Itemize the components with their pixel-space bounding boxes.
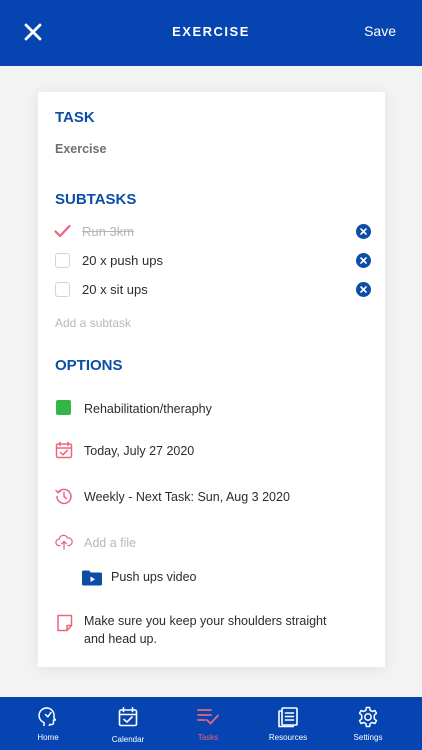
head-icon	[38, 707, 57, 726]
date-label: Today, July 27 2020	[84, 444, 195, 458]
tab-tasks[interactable]: Tasks	[168, 697, 248, 750]
tab-label: Home	[37, 733, 59, 742]
save-button[interactable]: Save	[364, 23, 396, 39]
bottom-tab-bar: Home Calendar Tasks Resources Settings	[0, 697, 422, 750]
video-folder-icon	[82, 570, 102, 586]
subtasks-section-title: SUBTASKS	[55, 191, 137, 208]
subtask-checkbox[interactable]	[54, 224, 71, 239]
repeat-label: Weekly - Next Task: Sun, Aug 3 2020	[84, 490, 290, 504]
tab-settings[interactable]: Settings	[328, 697, 408, 750]
note-icon	[57, 614, 73, 632]
task-name[interactable]: Exercise	[55, 142, 106, 156]
tab-label: Resources	[268, 733, 308, 742]
task-note[interactable]: Make sure you keep your shoulders straig…	[84, 612, 344, 648]
gear-icon	[358, 706, 378, 728]
attachment-item[interactable]: Push ups video	[82, 568, 342, 588]
subtask-checkbox[interactable]	[55, 253, 70, 268]
remove-subtask-icon[interactable]	[356, 282, 371, 297]
subtask-item: Run 3km	[54, 222, 371, 242]
subtask-item: 20 x sit ups	[55, 280, 371, 300]
upload-cloud-icon	[55, 534, 73, 550]
tab-resources[interactable]: Resources	[248, 697, 328, 750]
tab-label: Tasks	[197, 733, 219, 742]
tab-label: Calendar	[111, 735, 145, 744]
subtask-label: 20 x push ups	[82, 253, 163, 268]
remove-subtask-icon[interactable]	[356, 253, 371, 268]
category-color-swatch	[56, 400, 71, 415]
subtask-label: 20 x sit ups	[82, 282, 148, 297]
subtask-checkbox[interactable]	[55, 282, 70, 297]
task-card: TASK Exercise SUBTASKS Run 3km 20 x push…	[38, 92, 385, 667]
calendar-check-icon	[55, 441, 73, 459]
tab-label: Settings	[353, 733, 383, 742]
checkmark-icon	[54, 224, 71, 238]
repeat-clock-icon	[55, 488, 72, 505]
add-file-label: Add a file	[84, 536, 137, 550]
subtask-label: Run 3km	[82, 224, 135, 239]
add-subtask-input[interactable]: Add a subtask	[55, 316, 131, 330]
tab-home[interactable]: Home	[8, 697, 88, 750]
task-section-title: TASK	[55, 109, 95, 126]
page-title: EXERCISE	[172, 24, 250, 39]
subtask-item: 20 x push ups	[55, 251, 371, 271]
task-list-icon	[197, 709, 219, 725]
tab-calendar[interactable]: Calendar	[88, 697, 168, 750]
resources-icon	[278, 707, 298, 728]
attachment-label: Push ups video	[111, 570, 197, 584]
calendar-check-icon	[118, 707, 138, 727]
top-bar: EXERCISE Save	[0, 0, 422, 66]
category-label: Rehabilitation/theraphy	[84, 402, 212, 416]
options-section-title: OPTIONS	[55, 357, 123, 374]
remove-subtask-icon[interactable]	[356, 224, 371, 239]
